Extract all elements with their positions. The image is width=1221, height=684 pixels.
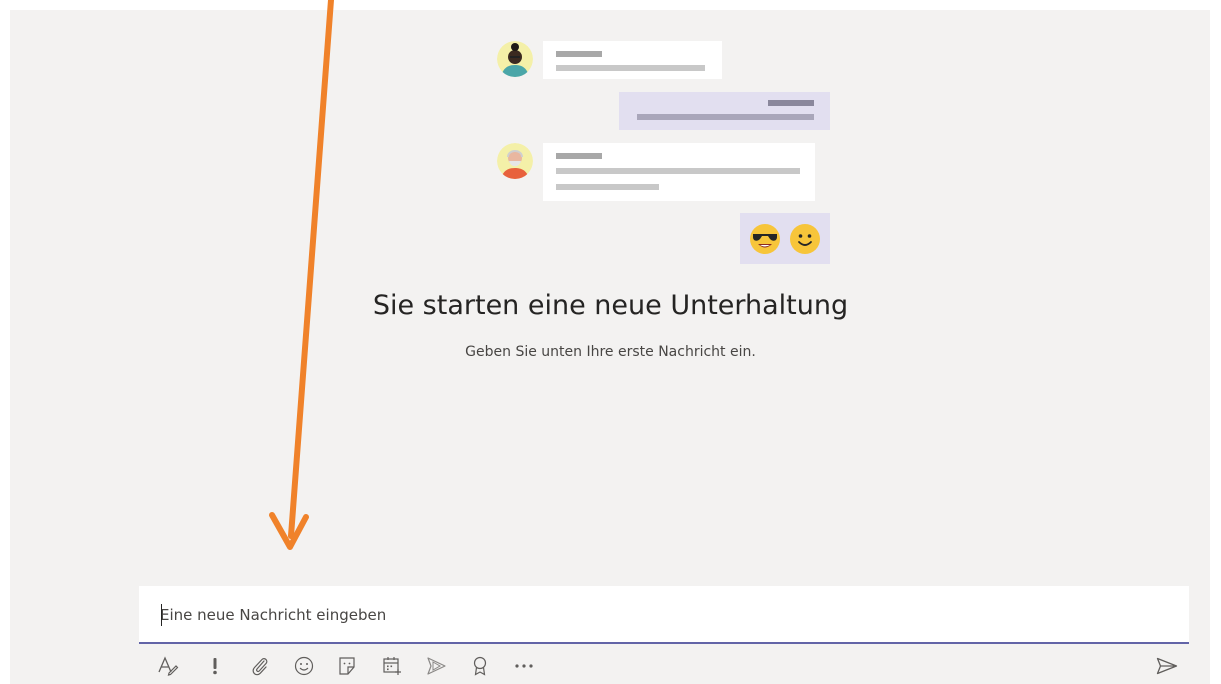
sticker-icon[interactable] [336, 655, 358, 677]
empty-state-subtitle: Geben Sie unten Ihre erste Nachricht ein… [465, 344, 756, 360]
emoji-icon[interactable] [293, 655, 315, 677]
message-bubble-incoming-long [543, 143, 815, 201]
message-input[interactable] [160, 605, 1160, 625]
more-options-icon[interactable] [513, 655, 535, 677]
empty-state-title: Sie starten eine neue Unterhaltung [372, 290, 849, 321]
praise-icon[interactable] [469, 655, 491, 677]
avatar-woman [497, 41, 533, 77]
emoji-message-bubble [740, 213, 830, 264]
message-bubble-outgoing [619, 92, 830, 130]
message-bubble-incoming [543, 41, 722, 79]
attach-icon[interactable] [249, 655, 271, 677]
important-icon[interactable] [204, 655, 226, 677]
format-icon[interactable] [157, 655, 179, 677]
schedule-meeting-icon[interactable] [381, 655, 403, 677]
avatar-man [497, 143, 533, 179]
text-caret [161, 604, 162, 626]
smile-emoji-icon [790, 224, 820, 254]
send-icon[interactable] [1156, 655, 1178, 677]
sunglasses-emoji-icon [750, 224, 780, 254]
compose-box[interactable] [139, 586, 1189, 644]
stream-icon[interactable] [426, 655, 448, 677]
